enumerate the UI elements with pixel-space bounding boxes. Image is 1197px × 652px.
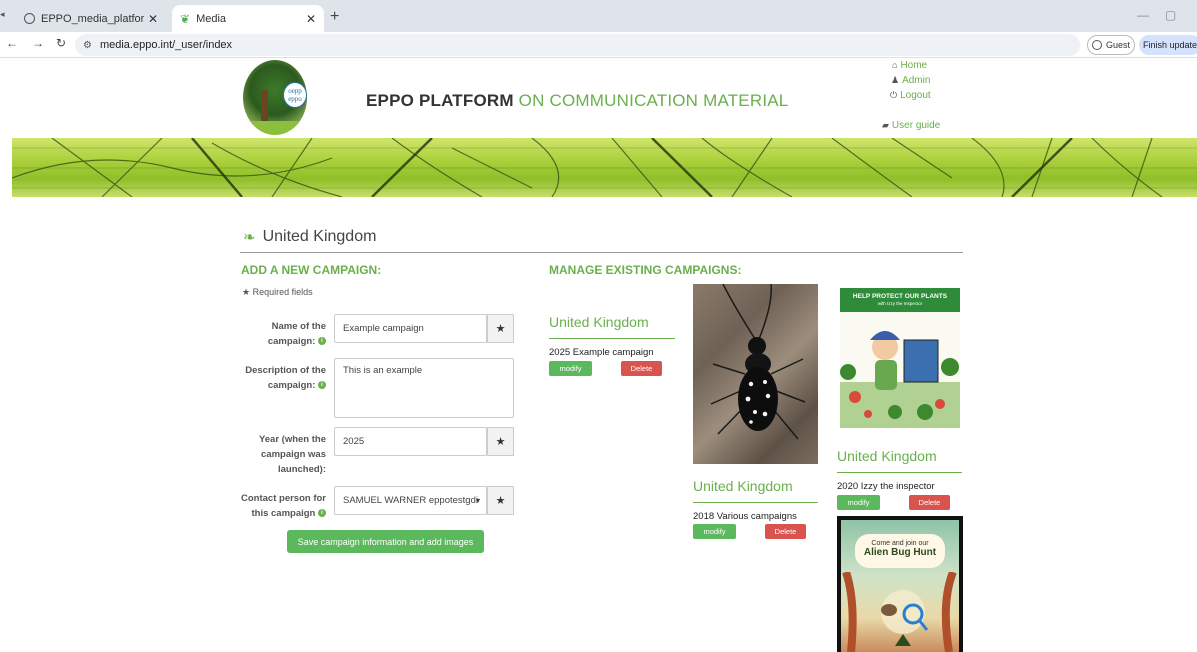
new-tab-icon[interactable]: + (330, 8, 339, 26)
nav-user-guide-link[interactable]: ▰ User guide (882, 120, 940, 131)
site-settings-icon[interactable]: ⚙ (83, 40, 92, 51)
profile-icon (1091, 40, 1102, 50)
campaign-name-input[interactable]: Example campaign (334, 314, 487, 343)
campaign-divider (837, 472, 962, 473)
address-bar[interactable]: ⚙ media.eppo.int/_user/index (75, 34, 1080, 56)
browser-tab-media[interactable]: ❦ Media ✕ (172, 5, 324, 32)
nav-admin-link[interactable]: ♟ Admin (891, 75, 930, 86)
campaign-country: United Kingdom (837, 448, 937, 464)
campaign-image-beetle[interactable] (693, 284, 818, 464)
site-title-green: ON COMMUNICATION MATERIAL (518, 91, 789, 110)
book-icon: ▰ (882, 120, 889, 130)
guest-label: Guest (1105, 40, 1130, 50)
delete-campaign-button[interactable]: Delete (621, 361, 662, 376)
modify-campaign-button[interactable]: modify (693, 524, 736, 539)
logo-tree (261, 90, 268, 125)
nav-logout-link[interactable]: ⏻ Logout (890, 90, 931, 101)
poster-speech-bubble: Come and join our Alien Bug Hunt (855, 534, 945, 568)
izzy-illustration (840, 331, 960, 428)
campaign-description-label: Description of the campaign: i (245, 365, 326, 391)
back-icon[interactable]: ← (6, 36, 18, 50)
campaign-description-textarea[interactable]: This is an example (334, 358, 514, 418)
info-icon[interactable]: i (318, 381, 326, 390)
tab-label: EPPO_media_platform_user-gu (41, 12, 144, 25)
campaign-country: United Kingdom (549, 314, 649, 330)
contact-person-select[interactable]: SAMUEL WARNER eppotestgdi ▾ (334, 486, 487, 515)
close-tab-icon[interactable]: ✕ (306, 12, 316, 26)
power-icon: ⏻ (890, 90, 898, 100)
logo-grass (243, 121, 307, 135)
beetle-photo (710, 284, 806, 440)
info-icon[interactable]: i (318, 509, 326, 518)
contact-person-value: SAMUEL WARNER eppotestgdi (343, 495, 478, 506)
leaf-icon: ❧ (243, 229, 256, 246)
chevron-down-icon: ▾ (475, 496, 480, 505)
contact-person-label: Contact person for this campaign i (241, 493, 326, 519)
campaign-year-label: Year (when the campaign was launched): (258, 434, 326, 475)
nav-home-link[interactable]: ⌂ Home (892, 60, 927, 71)
user-icon: ♟ (891, 75, 900, 85)
globe-icon (24, 13, 35, 24)
manage-campaigns-title: MANAGE EXISTING CAMPAIGNS: (549, 263, 742, 277)
finish-update-button[interactable]: Finish update (1139, 35, 1197, 55)
delete-campaign-button[interactable]: Delete (765, 524, 806, 539)
campaign-title: 2025 Example campaign (549, 347, 654, 358)
bug-hunt-illustration (842, 572, 957, 652)
required-star-icon: ★ (487, 427, 514, 456)
forward-icon[interactable]: → (32, 36, 44, 50)
campaign-divider (693, 502, 818, 503)
site-title: EPPO PLATFORM ON COMMUNICATION MATERIAL (366, 91, 788, 111)
browser-tab-bar: ◂ EPPO_media_platform_user-gu ✕ ❦ Media … (0, 0, 1197, 32)
eppo-badge: oepp eppo (283, 82, 307, 108)
guest-profile-button[interactable]: Guest (1087, 35, 1135, 55)
save-campaign-button[interactable]: Save campaign information and add images (287, 530, 484, 553)
country-heading: ❧ United Kingdom (243, 228, 376, 246)
minimize-icon[interactable]: — (1137, 8, 1149, 22)
home-icon: ⌂ (892, 60, 898, 70)
leaf-veins-graphic (12, 138, 1197, 197)
campaign-name-label: Name of the campaign: i (267, 321, 326, 347)
info-icon[interactable]: i (318, 337, 326, 346)
browser-tab-user-guide[interactable]: EPPO_media_platform_user-gu ✕ (16, 5, 166, 32)
modify-campaign-button[interactable]: modify (549, 361, 592, 376)
logo-text-oepp: oepp (288, 87, 302, 95)
campaign-title: 2020 Izzy the inspector (837, 481, 935, 492)
campaign-image-bug-hunt-poster[interactable]: Come and join our Alien Bug Hunt (837, 516, 963, 652)
browser-toolbar: ← → ↻ ⚙ media.eppo.int/_user/index Guest… (0, 32, 1197, 58)
reload-icon[interactable]: ↻ (56, 36, 66, 50)
maximize-icon[interactable]: ▢ (1165, 8, 1176, 22)
url-text: media.eppo.int/_user/index (99, 39, 233, 51)
eppo-logo[interactable]: oepp eppo (243, 60, 307, 135)
add-campaign-title: ADD A NEW CAMPAIGN: (241, 263, 382, 277)
leaf-banner (12, 138, 1197, 197)
heading-divider (240, 252, 963, 253)
required-star-icon: ★ (487, 314, 514, 343)
tab-scroll-icon[interactable]: ◂ (0, 9, 5, 20)
campaign-image-izzy-poster[interactable]: HELP PROTECT OUR PLANTS with Izzy the In… (840, 288, 960, 428)
modify-campaign-button[interactable]: modify (837, 495, 880, 510)
campaign-title: 2018 Various campaigns (693, 511, 797, 522)
campaign-country: United Kingdom (693, 478, 793, 494)
poster-inner: Come and join our Alien Bug Hunt (841, 520, 959, 652)
site-title-dark: EPPO PLATFORM (366, 91, 514, 110)
required-star-icon: ★ (487, 486, 514, 515)
logo-text-eppo: eppo (288, 95, 302, 103)
leaf-favicon-icon: ❦ (180, 11, 191, 26)
campaign-year-input[interactable]: 2025 (334, 427, 487, 456)
country-name: United Kingdom (262, 228, 377, 245)
campaign-divider (549, 338, 675, 339)
star-icon: ★ (242, 287, 251, 297)
close-tab-icon[interactable]: ✕ (148, 12, 158, 26)
required-fields-note: ★ Required fields (242, 287, 313, 297)
tab-label: Media (196, 12, 227, 25)
poster-heading: HELP PROTECT OUR PLANTS with Izzy the In… (840, 288, 960, 312)
delete-campaign-button[interactable]: Delete (909, 495, 950, 510)
